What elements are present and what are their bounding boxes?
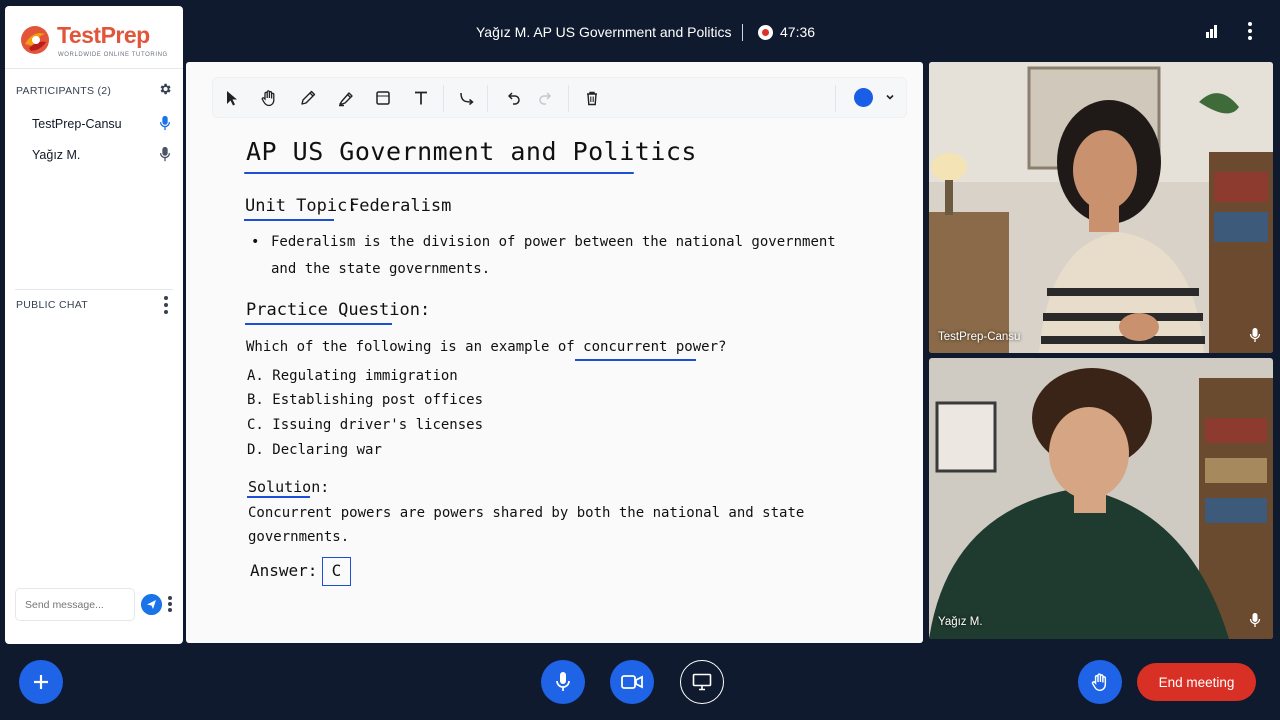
plus-icon [34,675,48,689]
hand-tool-icon[interactable] [258,87,280,109]
mic-active-icon [159,115,171,131]
whiteboard[interactable]: AP US Government and Politics Unit Topic… [186,62,923,643]
video-tile[interactable]: Yağız M. [929,358,1273,639]
toolbar-divider [835,85,836,112]
brand-tagline: WORLDWIDE ONLINE TUTORING [58,52,168,58]
chat-divider [15,289,173,290]
practice-question-label: Practice Question: [246,300,431,320]
participant-name[interactable]: Yağız M. [32,148,80,162]
testprep-logo: TestPrep WORLDWIDE ONLINE TUTORING [19,22,179,62]
sidebar-divider [5,68,183,69]
answer-option: B. Establishing post offices [247,392,483,408]
select-tool-icon[interactable] [221,87,243,109]
screen-share-button[interactable] [680,660,724,704]
video-tile[interactable]: TestPrep-Cansu [929,62,1273,353]
question-text: Which of the following is an example of … [246,339,726,355]
question-prefix: Which of the following is an example of [246,339,584,355]
unit-topic-underline [244,219,334,221]
question-suffix: ? [718,339,727,355]
highlighter-icon[interactable] [335,87,357,109]
video-name-label: Yağız M. [938,616,983,628]
mic-icon [159,146,171,162]
mic-icon [1249,328,1261,342]
end-meeting-button[interactable]: End meeting [1137,663,1256,701]
bullet-text: Federalism is the division of power betw… [271,234,836,250]
video-camera-icon [621,675,643,689]
option-letter: B. [247,392,264,408]
raise-hand-button[interactable] [1078,660,1122,704]
title-divider [742,24,743,41]
logo-mark-icon [21,26,49,54]
text-tool-icon[interactable] [410,87,432,109]
answer-option: A. Regulating immigration [247,368,458,384]
whiteboard-toolbar [212,77,907,118]
solution-text: governments. [248,529,350,545]
screen-share-icon [692,673,712,691]
camera-button[interactable] [610,660,654,704]
microphone-button[interactable] [541,660,585,704]
answer-option: D. Declaring war [247,442,382,458]
option-text: Declaring war [272,442,382,458]
board-title: AP US Government and Politics [246,137,697,166]
sidebar: TestPrep WORLDWIDE ONLINE TUTORING PARTI… [5,6,183,644]
top-bar: Yağız M. AP US Government and Politics 4… [186,0,1280,62]
toolbar-divider [568,85,569,112]
trash-icon[interactable] [581,87,603,109]
more-options-icon[interactable] [1244,22,1256,42]
microphone-icon [556,672,570,691]
video-feed [929,62,1273,353]
bullet-dot: • [251,234,260,250]
concurrent-power-underline [575,359,696,361]
pencil-icon[interactable] [297,87,319,109]
answer-label: Answer: [250,561,318,580]
option-text: Regulating immigration [272,368,458,384]
recording-icon [758,25,773,40]
video-name-label: TestPrep-Cansu [938,331,1021,343]
option-text: Establishing post offices [272,392,484,408]
participant-name[interactable]: TestPrep-Cansu [32,117,122,131]
title-underline [244,172,634,174]
add-button[interactable] [19,660,63,704]
meeting-title: Yağız M. AP US Government and Politics [476,24,732,40]
shape-icon[interactable] [372,87,394,109]
participants-heading: PARTICIPANTS (2) [16,85,112,97]
practice-question-underline [245,323,392,325]
toolbar-divider [487,85,488,112]
send-icon[interactable] [141,594,162,615]
toolbar-divider [443,85,444,112]
public-chat-heading: PUBLIC CHAT [16,299,88,311]
answer-option: C. Issuing driver's licenses [247,417,483,433]
option-letter: C. [247,417,264,433]
gear-icon[interactable] [158,82,172,96]
unit-topic-label: Unit Topic: [245,196,358,216]
connector-icon[interactable] [456,87,478,109]
redo-icon[interactable] [535,87,557,109]
message-input[interactable] [15,588,135,621]
hand-icon [1091,673,1107,692]
connection-status-icon[interactable] [1206,24,1222,38]
option-letter: A. [247,368,264,384]
unit-topic-value: Federalism [349,196,452,216]
brand-name: TestPrep [57,22,150,48]
bullet-text: and the state governments. [271,261,491,277]
option-text: Issuing driver's licenses [272,417,484,433]
chat-options-icon[interactable] [160,296,172,314]
recording-timer: 47:36 [780,24,816,40]
message-options-icon[interactable] [166,596,174,614]
question-term: concurrent power [583,339,719,355]
chevron-down-icon[interactable] [883,90,897,104]
option-letter: D. [247,442,264,458]
solution-underline [247,496,310,498]
video-feed [929,358,1273,639]
solution-label: Solution: [248,478,330,496]
undo-icon[interactable] [502,87,524,109]
solution-text: Concurrent powers are powers shared by b… [248,505,805,521]
mic-icon [1249,613,1261,627]
answer-box: C [322,557,351,586]
color-picker-swatch[interactable] [854,88,873,107]
